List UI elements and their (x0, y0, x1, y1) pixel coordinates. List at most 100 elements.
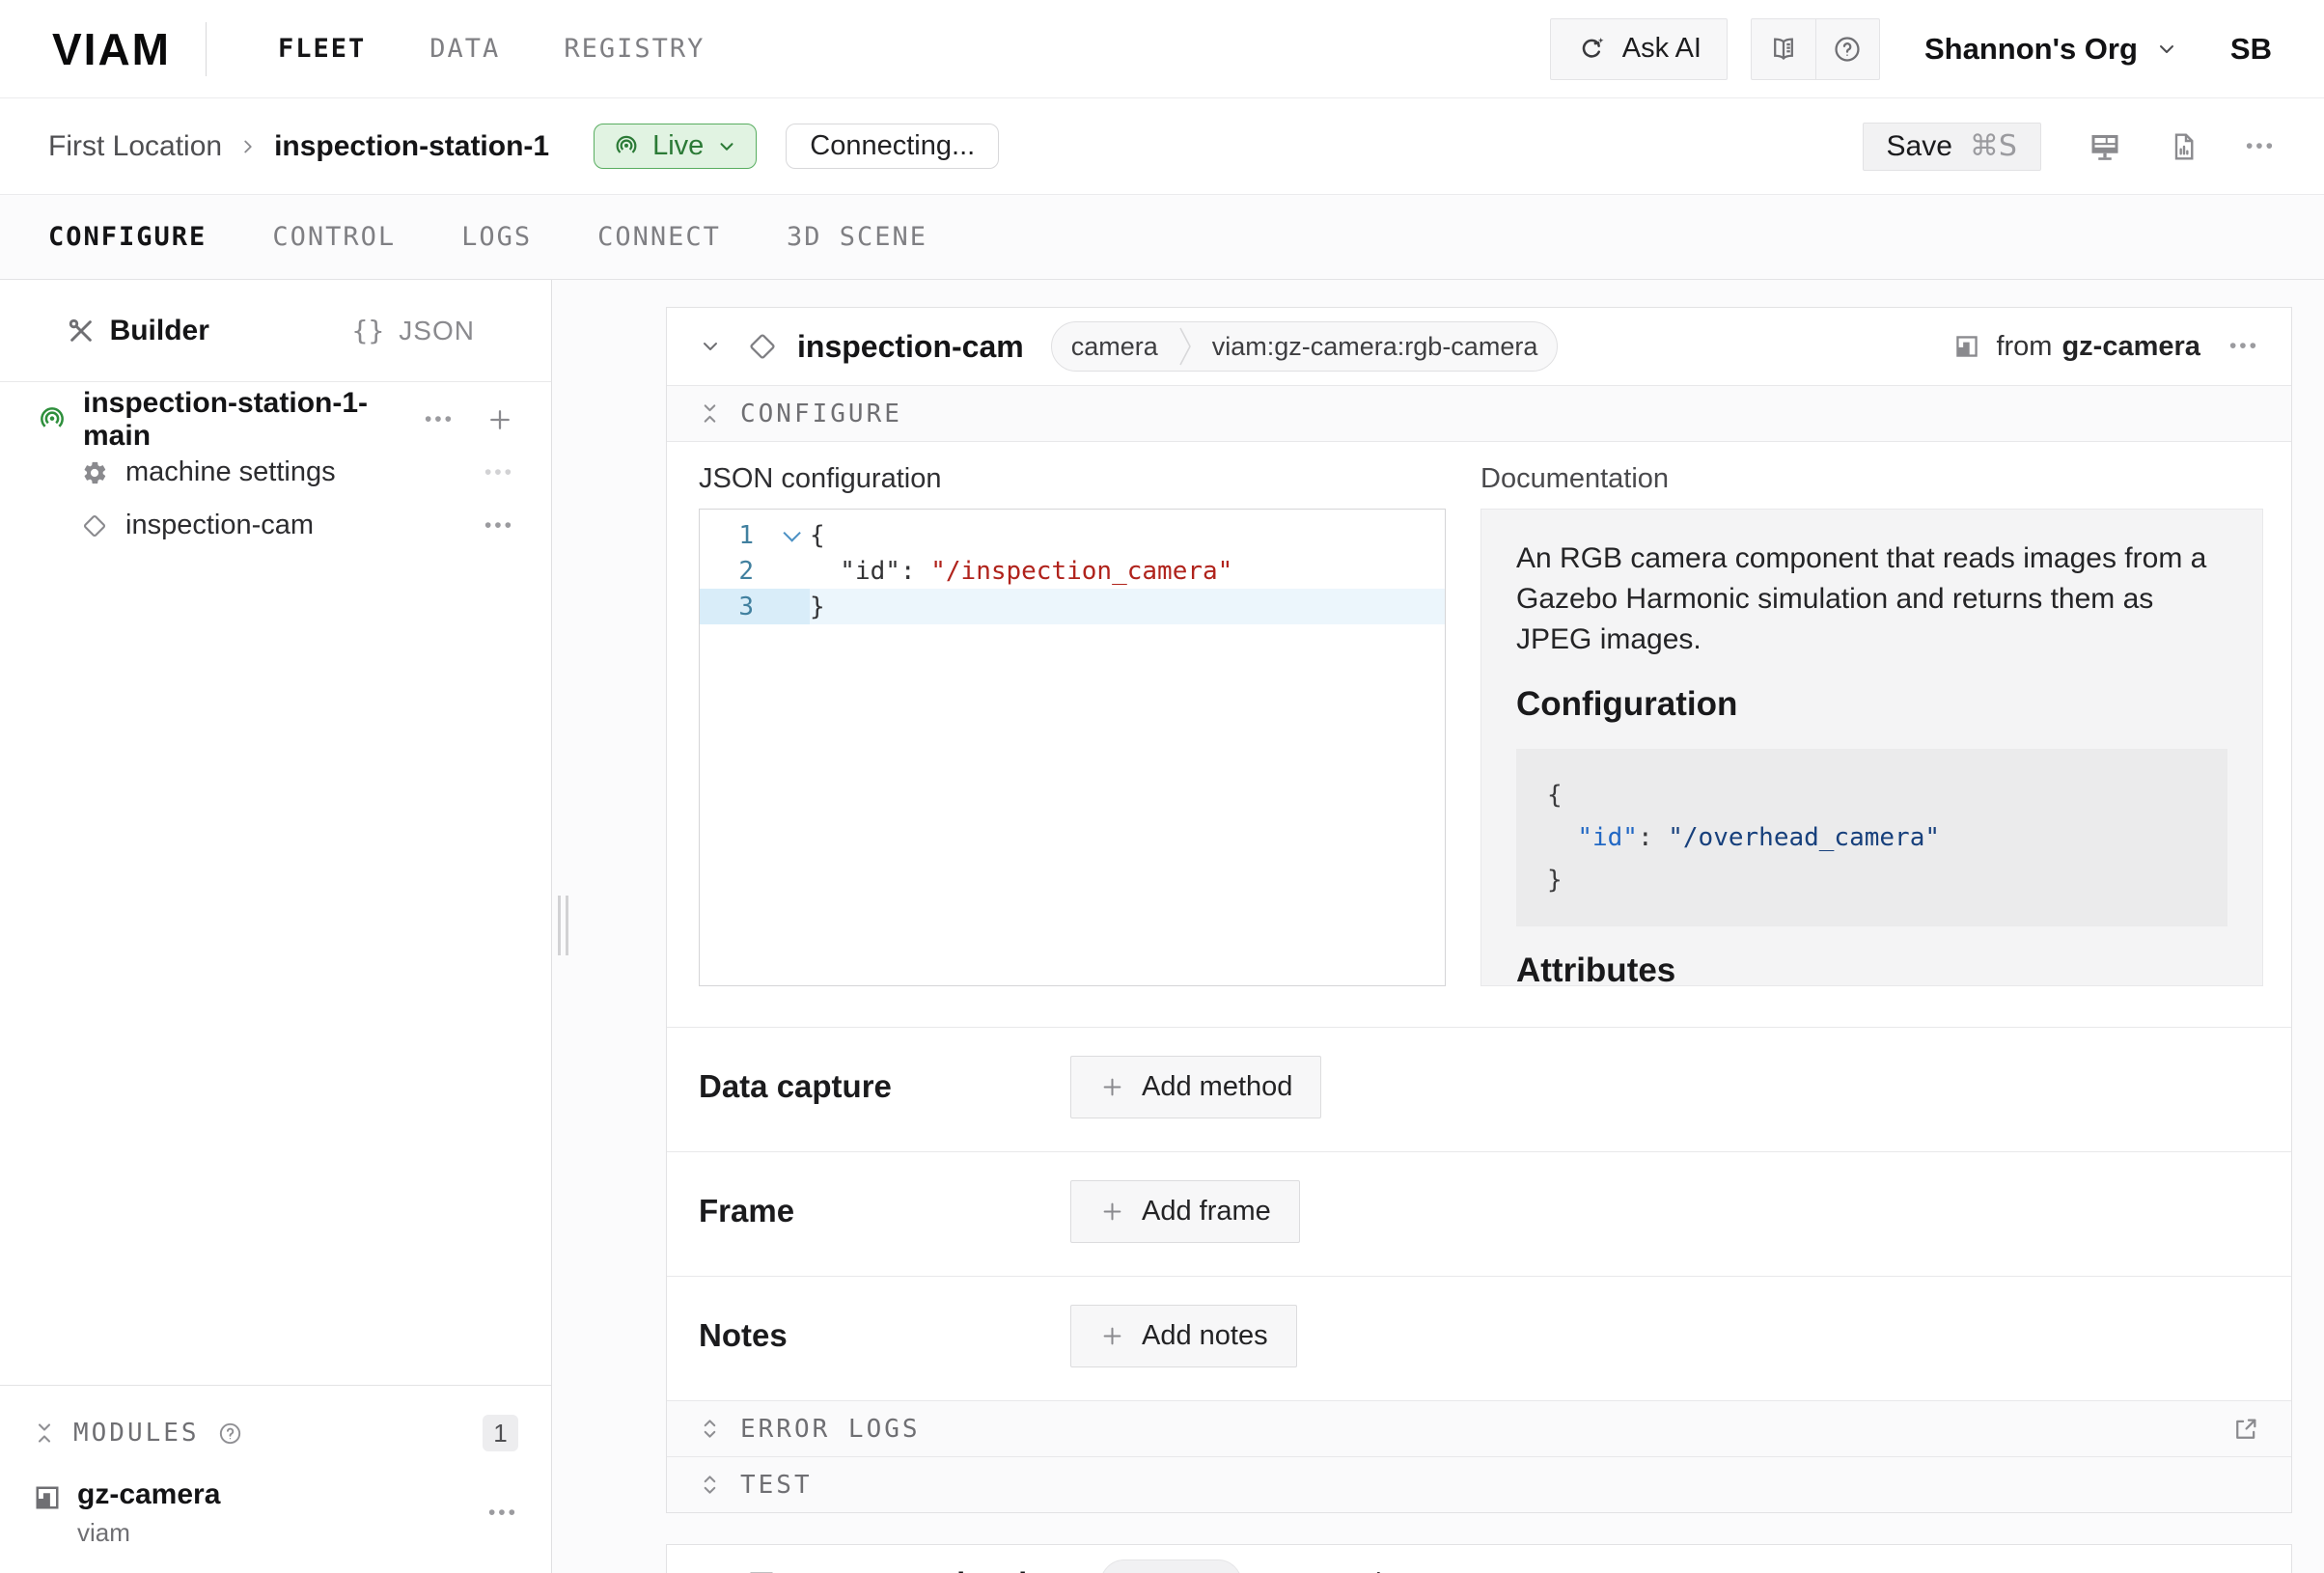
module-publisher: viam (77, 1518, 220, 1548)
data-capture-label: Data capture (699, 1056, 1070, 1105)
add-method-label: Add method (1142, 1071, 1292, 1103)
add-notes-label: Add notes (1142, 1320, 1268, 1352)
ask-ai-label: Ask AI (1622, 33, 1702, 65)
builder-toggle[interactable]: Builder (0, 315, 276, 347)
machine-status-dropdown[interactable]: Live (594, 124, 757, 169)
viam-logo[interactable]: VIAM (52, 23, 171, 75)
configuration-heading: Configuration (1516, 685, 2227, 724)
add-frame-label: Add frame (1142, 1196, 1271, 1228)
modules-help-icon[interactable] (217, 1421, 243, 1447)
user-avatar[interactable]: SB (2230, 32, 2272, 67)
component-more-menu[interactable]: ••• (2229, 335, 2259, 358)
configure-content: Builder {} JSON inspection-station-1-mai… (0, 280, 2324, 1573)
json-label: JSON (399, 316, 475, 346)
module-card-header: gz-camera by viam module Registry (667, 1545, 2291, 1573)
modules-section: MODULES 1 gz-c (0, 1385, 551, 1573)
inspection-cam-label: inspection-cam (125, 510, 314, 541)
sidebar-spacer (0, 552, 551, 1385)
breadcrumb-location[interactable]: First Location (48, 130, 222, 163)
machine-report-button[interactable] (2169, 131, 2200, 162)
pill-divider (1177, 321, 1193, 372)
configure-section-bar[interactable]: CONFIGURE (667, 385, 2291, 441)
documentation-description: An RGB camera component that reads image… (1516, 538, 2227, 660)
module-card-title: gz-camera by viam (795, 1566, 1071, 1573)
org-switcher[interactable]: Shannon's Org (1924, 32, 2178, 67)
nav-item-fleet[interactable]: FLEET (278, 34, 366, 64)
broadcast-icon (613, 133, 640, 160)
configure-body: JSON configuration 1{2 "id": "/inspectio… (667, 441, 2291, 1027)
error-logs-title: ERROR LOGS (740, 1415, 921, 1444)
module-more-menu[interactable]: ••• (488, 1502, 518, 1525)
documentation-panel: An RGB camera component that reads image… (1480, 509, 2263, 986)
add-method-button[interactable]: Add method (1070, 1056, 1321, 1118)
add-notes-button[interactable]: Add notes (1070, 1305, 1297, 1367)
gear-icon (81, 459, 108, 486)
error-logs-section-bar[interactable]: ERROR LOGS (667, 1400, 2291, 1456)
config-sidebar: Builder {} JSON inspection-station-1-mai… (0, 280, 552, 1573)
tab-3d-scene[interactable]: 3D SCENE (787, 222, 927, 252)
tab-control[interactable]: CONTROL (272, 222, 396, 252)
top-nav: VIAM FLEET DATA REGISTRY Ask AI (0, 0, 2324, 98)
config-main-panel: inspection-cam camera viam:gz-camera:rgb… (552, 280, 2324, 1573)
notes-section: Notes Add notes (667, 1276, 2291, 1400)
ask-ai-button[interactable]: Ask AI (1550, 18, 1728, 80)
docs-book-button[interactable] (1752, 19, 1815, 79)
modules-header[interactable]: MODULES 1 (0, 1405, 551, 1461)
save-shortcut: ⌘S (1970, 129, 2017, 163)
tree-item-machine-settings[interactable]: machine settings ••• (0, 446, 551, 499)
module-card-gz-camera: gz-camera by viam module Registry (666, 1544, 2292, 1573)
machine-name: inspection-station-1 (274, 130, 549, 163)
save-button[interactable]: Save ⌘S (1863, 123, 2041, 171)
tree-item-inspection-cam[interactable]: inspection-cam ••• (0, 499, 551, 552)
monitor-icon (2088, 129, 2122, 164)
plus-icon (1099, 1323, 1125, 1349)
module-icon (33, 1483, 62, 1548)
component-card-header: inspection-cam camera viam:gz-camera:rgb… (667, 308, 2291, 385)
chevron-down-icon (716, 136, 737, 157)
json-toggle[interactable]: {} JSON (276, 315, 552, 346)
add-component-button[interactable] (485, 405, 514, 434)
connecting-button[interactable]: Connecting... (786, 124, 999, 169)
data-capture-section: Data capture Add method (667, 1027, 2291, 1151)
component-card-inspection-cam: inspection-cam camera viam:gz-camera:rgb… (666, 307, 2292, 1513)
open-logs-external-button[interactable] (2232, 1416, 2259, 1443)
attributes-heading: Attributes (1516, 952, 2227, 986)
frame-section: Frame Add frame (667, 1151, 2291, 1276)
question-icon (1832, 34, 1863, 65)
tab-logs[interactable]: LOGS (461, 222, 532, 252)
modules-count-badge: 1 (483, 1415, 518, 1451)
registry-label: Registry (1324, 1568, 1426, 1573)
broadcast-icon (37, 404, 68, 435)
plus-icon (1099, 1074, 1125, 1100)
help-button-group (1751, 18, 1880, 80)
nav-divider (206, 22, 207, 76)
ai-sparkle-icon (1576, 34, 1607, 65)
test-section-bar[interactable]: TEST (667, 1456, 2291, 1512)
machine-settings-more-menu[interactable]: ••• (484, 461, 514, 484)
file-chart-icon (2169, 131, 2200, 162)
tab-configure[interactable]: CONFIGURE (48, 222, 207, 252)
tree-item-main-part[interactable]: inspection-station-1-main ••• (0, 394, 551, 446)
json-config-editor[interactable]: 1{2 "id": "/inspection_camera"3} (699, 509, 1446, 986)
component-type: camera (1052, 332, 1177, 362)
add-frame-button[interactable]: Add frame (1070, 1180, 1300, 1243)
machine-settings-label: machine settings (125, 456, 336, 488)
braces-icon: {} (352, 315, 385, 346)
component-type-pill: camera viam:gz-camera:rgb-camera (1051, 321, 1559, 372)
json-config-label: JSON configuration (699, 463, 1446, 495)
help-button[interactable] (1815, 19, 1879, 79)
machine-dashboard-button[interactable] (2088, 129, 2122, 164)
from-module-name[interactable]: gz-camera (2061, 331, 2200, 363)
inspection-cam-more-menu[interactable]: ••• (484, 514, 514, 538)
tab-connect[interactable]: CONNECT (597, 222, 721, 252)
nav-item-registry[interactable]: REGISTRY (564, 34, 705, 64)
machine-part-tree: inspection-station-1-main ••• machine se… (0, 382, 551, 552)
machine-more-menu[interactable]: ••• (2246, 135, 2276, 158)
configure-section-title: CONFIGURE (740, 400, 902, 428)
main-part-more-menu[interactable]: ••• (425, 408, 455, 431)
collapse-chevron-icon[interactable] (699, 335, 722, 358)
nav-item-data[interactable]: DATA (429, 34, 500, 64)
sidebar-resize-handle[interactable] (558, 896, 568, 955)
module-list-item[interactable]: gz-camera viam ••• (0, 1461, 551, 1548)
registry-link[interactable]: Registry (1283, 1568, 1426, 1573)
